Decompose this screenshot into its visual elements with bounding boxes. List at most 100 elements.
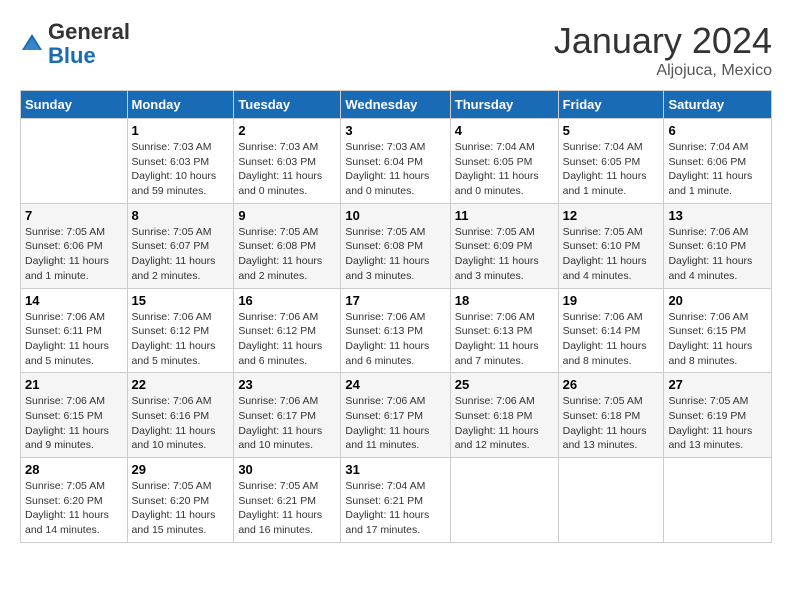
day-info: Sunrise: 7:06 AMSunset: 6:10 PMDaylight:…	[668, 225, 767, 284]
table-row: 17 Sunrise: 7:06 AMSunset: 6:13 PMDayligh…	[341, 288, 450, 373]
header-saturday: Saturday	[664, 91, 772, 119]
day-info: Sunrise: 7:06 AMSunset: 6:11 PMDaylight:…	[25, 310, 123, 369]
day-number: 21	[25, 377, 123, 392]
day-number: 18	[455, 293, 554, 308]
calendar-week-row: 28 Sunrise: 7:05 AMSunset: 6:20 PMDayligh…	[21, 458, 772, 543]
day-info: Sunrise: 7:03 AMSunset: 6:03 PMDaylight:…	[238, 140, 336, 199]
table-row: 3Sunrise: 7:03 AMSunset: 6:04 PMDaylight…	[341, 119, 450, 204]
table-row: 27Sunrise: 7:05 AMSunset: 6:19 PMDayligh…	[664, 373, 772, 458]
day-number: 17	[345, 293, 445, 308]
day-number: 22	[132, 377, 230, 392]
day-info: Sunrise: 7:06 AMSunset: 6:18 PMDaylight:…	[455, 394, 554, 453]
day-info: Sunrise: 7:06 AMSunset: 6:17 PMDaylight:…	[238, 394, 336, 453]
header-wednesday: Wednesday	[341, 91, 450, 119]
table-row: 24Sunrise: 7:06 AMSunset: 6:17 PMDayligh…	[341, 373, 450, 458]
day-info: Sunrise: 7:05 AMSunset: 6:07 PMDaylight:…	[132, 225, 230, 284]
table-row: 2 Sunrise: 7:03 AMSunset: 6:03 PMDaylight…	[234, 119, 341, 204]
table-row: 16Sunrise: 7:06 AMSunset: 6:12 PMDayligh…	[234, 288, 341, 373]
table-row	[21, 119, 128, 204]
table-row: 18Sunrise: 7:06 AMSunset: 6:13 PMDayligh…	[450, 288, 558, 373]
logo-icon	[20, 32, 44, 56]
table-row: 30Sunrise: 7:05 AMSunset: 6:21 PMDayligh…	[234, 458, 341, 543]
day-info: Sunrise: 7:06 AMSunset: 6:13 PMDaylight:…	[345, 310, 445, 369]
table-row: 14 Sunrise: 7:06 AMSunset: 6:11 PMDayligh…	[21, 288, 128, 373]
day-number: 4	[455, 123, 554, 138]
calendar-table: Sunday Monday Tuesday Wednesday Thursday…	[20, 90, 772, 543]
month-title: January 2024	[554, 20, 772, 62]
day-number: 14	[25, 293, 123, 308]
day-info: Sunrise: 7:05 AMSunset: 6:18 PMDaylight:…	[563, 394, 660, 453]
day-info: Sunrise: 7:05 AMSunset: 6:08 PMDaylight:…	[238, 225, 336, 284]
logo-general: General	[48, 19, 130, 44]
day-info: Sunrise: 7:04 AMSunset: 6:21 PMDaylight:…	[345, 479, 445, 538]
title-block: January 2024 Aljojuca, Mexico	[554, 20, 772, 80]
table-row: 1Sunrise: 7:03 AMSunset: 6:03 PMDaylight…	[127, 119, 234, 204]
day-number: 26	[563, 377, 660, 392]
calendar-week-row: 1Sunrise: 7:03 AMSunset: 6:03 PMDaylight…	[21, 119, 772, 204]
day-number: 28	[25, 462, 123, 477]
table-row: 21 Sunrise: 7:06 AMSunset: 6:15 PMDayligh…	[21, 373, 128, 458]
day-number: 7	[25, 208, 123, 223]
day-number: 15	[132, 293, 230, 308]
calendar-week-row: 7Sunrise: 7:05 AMSunset: 6:06 PMDaylight…	[21, 203, 772, 288]
logo-text: General Blue	[48, 20, 130, 68]
day-number: 30	[238, 462, 336, 477]
table-row: 28Sunrise: 7:05 AMSunset: 6:20 PMDayligh…	[21, 458, 128, 543]
day-info: Sunrise: 7:04 AMSunset: 6:05 PMDaylight:…	[455, 140, 554, 199]
header-monday: Monday	[127, 91, 234, 119]
day-number: 20	[668, 293, 767, 308]
header-sunday: Sunday	[21, 91, 128, 119]
day-number: 13	[668, 208, 767, 223]
table-row: 12 Sunrise: 7:05 AMSunset: 6:10 PMDayligh…	[558, 203, 664, 288]
day-number: 16	[238, 293, 336, 308]
table-row	[664, 458, 772, 543]
page-header: General Blue January 2024 Aljojuca, Mexi…	[20, 20, 772, 80]
header-friday: Friday	[558, 91, 664, 119]
day-info: Sunrise: 7:06 AMSunset: 6:16 PMDaylight:…	[132, 394, 230, 453]
calendar-week-row: 21 Sunrise: 7:06 AMSunset: 6:15 PMDayligh…	[21, 373, 772, 458]
table-row: 13 Sunrise: 7:06 AMSunset: 6:10 PMDayligh…	[664, 203, 772, 288]
table-row: 5Sunrise: 7:04 AMSunset: 6:05 PMDaylight…	[558, 119, 664, 204]
calendar-header: Sunday Monday Tuesday Wednesday Thursday…	[21, 91, 772, 119]
day-info: Sunrise: 7:05 AMSunset: 6:08 PMDaylight:…	[345, 225, 445, 284]
table-row: 9 Sunrise: 7:05 AMSunset: 6:08 PMDaylight…	[234, 203, 341, 288]
day-number: 29	[132, 462, 230, 477]
header-thursday: Thursday	[450, 91, 558, 119]
table-row: 26 Sunrise: 7:05 AMSunset: 6:18 PMDayligh…	[558, 373, 664, 458]
day-number: 11	[455, 208, 554, 223]
day-number: 9	[238, 208, 336, 223]
day-number: 25	[455, 377, 554, 392]
day-number: 6	[668, 123, 767, 138]
table-row: 8 Sunrise: 7:05 AMSunset: 6:07 PMDaylight…	[127, 203, 234, 288]
day-info: Sunrise: 7:05 AMSunset: 6:09 PMDaylight:…	[455, 225, 554, 284]
day-number: 2	[238, 123, 336, 138]
day-info: Sunrise: 7:05 AMSunset: 6:20 PMDaylight:…	[132, 479, 230, 538]
table-row: 31 Sunrise: 7:04 AMSunset: 6:21 PMDayligh…	[341, 458, 450, 543]
day-info: Sunrise: 7:03 AMSunset: 6:03 PMDaylight:…	[132, 140, 230, 199]
table-row: 19Sunrise: 7:06 AMSunset: 6:14 PMDayligh…	[558, 288, 664, 373]
table-row	[450, 458, 558, 543]
calendar-week-row: 14 Sunrise: 7:06 AMSunset: 6:11 PMDayligh…	[21, 288, 772, 373]
day-info: Sunrise: 7:04 AMSunset: 6:05 PMDaylight:…	[563, 140, 660, 199]
table-row: 29 Sunrise: 7:05 AMSunset: 6:20 PMDayligh…	[127, 458, 234, 543]
table-row: 4 Sunrise: 7:04 AMSunset: 6:05 PMDaylight…	[450, 119, 558, 204]
day-info: Sunrise: 7:06 AMSunset: 6:15 PMDaylight:…	[668, 310, 767, 369]
day-number: 10	[345, 208, 445, 223]
day-info: Sunrise: 7:05 AMSunset: 6:10 PMDaylight:…	[563, 225, 660, 284]
day-number: 8	[132, 208, 230, 223]
day-number: 12	[563, 208, 660, 223]
day-info: Sunrise: 7:06 AMSunset: 6:15 PMDaylight:…	[25, 394, 123, 453]
day-number: 31	[345, 462, 445, 477]
location: Aljojuca, Mexico	[554, 62, 772, 80]
day-number: 23	[238, 377, 336, 392]
header-tuesday: Tuesday	[234, 91, 341, 119]
table-row: 22 Sunrise: 7:06 AMSunset: 6:16 PMDayligh…	[127, 373, 234, 458]
calendar-body: 1Sunrise: 7:03 AMSunset: 6:03 PMDaylight…	[21, 119, 772, 543]
day-number: 27	[668, 377, 767, 392]
day-number: 19	[563, 293, 660, 308]
table-row: 23 Sunrise: 7:06 AMSunset: 6:17 PMDayligh…	[234, 373, 341, 458]
day-number: 24	[345, 377, 445, 392]
logo: General Blue	[20, 20, 130, 68]
table-row	[558, 458, 664, 543]
table-row: 6Sunrise: 7:04 AMSunset: 6:06 PMDaylight…	[664, 119, 772, 204]
